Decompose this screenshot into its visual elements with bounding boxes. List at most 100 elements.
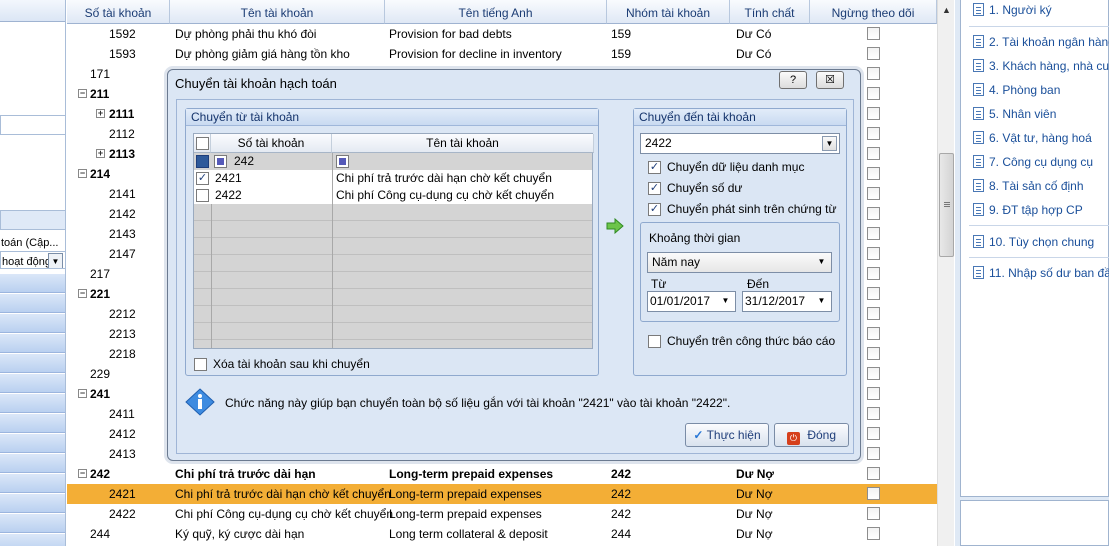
table-row[interactable]: 1592 Dự phòng phải thu khó đòi Provision f…	[67, 24, 937, 44]
inactive-checkbox[interactable]	[867, 247, 880, 260]
left-bar[interactable]	[0, 494, 65, 513]
shortcut-item[interactable]: 11. Nhập số dư ban đầu	[973, 263, 1109, 283]
col-header-english-name[interactable]: Tên tiếng Anh	[385, 0, 607, 24]
from-row[interactable]: ✓ 2421 Chi phí trả trước dài hạn chờ kết…	[194, 170, 592, 187]
row-partial-checkbox[interactable]	[214, 155, 227, 168]
chevron-down-icon[interactable]: ▼	[814, 255, 829, 270]
left-bar[interactable]	[0, 314, 65, 333]
from-col-code[interactable]: Số tài khoản	[211, 134, 332, 153]
inactive-checkbox[interactable]	[867, 27, 880, 40]
shortcut-item[interactable]: 4. Phòng ban	[973, 80, 1060, 100]
option-checkbox[interactable]: ✓	[648, 203, 661, 216]
select-all-header[interactable]	[194, 134, 211, 153]
left-bar[interactable]	[0, 414, 65, 433]
collapse-icon[interactable]: −	[78, 289, 87, 298]
table-row[interactable]: −242 Chi phí trả trước dài hạn Long-term p…	[67, 464, 937, 484]
shortcut-item[interactable]: 2. Tài khoản ngân hàng	[973, 32, 1109, 52]
shortcut-item[interactable]: 9. ĐT tập hợp CP	[973, 200, 1083, 220]
left-bar[interactable]	[0, 274, 65, 293]
chevron-down-icon[interactable]: ▼	[814, 294, 829, 309]
left-bar[interactable]	[0, 354, 65, 373]
shortcut-item[interactable]: 10. Tùy chọn chung	[973, 232, 1094, 252]
col-header-name[interactable]: Tên tài khoản	[170, 0, 385, 24]
close-window-button[interactable]: ☒	[816, 71, 844, 89]
inactive-checkbox[interactable]	[867, 307, 880, 320]
shortcut-item[interactable]: 8. Tài sản cố định	[973, 176, 1084, 196]
table-row[interactable]: 244 Ký quỹ, ký cược dài hạn Long term coll…	[67, 524, 937, 544]
option-checkbox[interactable]: ✓	[648, 161, 661, 174]
table-row[interactable]: 1593 Dự phòng giảm giá hàng tồn kho Provis…	[67, 44, 937, 64]
option-checkbox[interactable]: ✓	[648, 182, 661, 195]
inactive-checkbox[interactable]	[867, 107, 880, 120]
shortcut-item[interactable]: 7. Công cụ dụng cụ	[973, 152, 1093, 172]
inactive-checkbox[interactable]	[867, 407, 880, 420]
formula-checkbox[interactable]	[648, 335, 661, 348]
collapse-icon[interactable]: −	[78, 89, 87, 98]
row-checkbox[interactable]: ✓	[196, 172, 209, 185]
scrollbar-thumb[interactable]	[939, 153, 954, 257]
expand-icon[interactable]: +	[96, 149, 105, 158]
to-account-select[interactable]: 2422 ▼	[640, 133, 840, 154]
inactive-checkbox[interactable]	[867, 447, 880, 460]
to-date-picker[interactable]: 31/12/2017 ▼	[742, 291, 832, 312]
col-header-code[interactable]: Số tài khoản	[67, 0, 170, 24]
left-bar[interactable]	[0, 294, 65, 313]
left-bar[interactable]	[0, 374, 65, 393]
shortcut-item[interactable]: 1. Người ký	[973, 0, 1052, 20]
chevron-down-icon[interactable]: ▼	[822, 136, 837, 151]
inactive-checkbox[interactable]	[867, 227, 880, 240]
collapse-icon[interactable]: −	[78, 469, 87, 478]
execute-button[interactable]: ✓ Thực hiện	[685, 423, 769, 447]
left-bar[interactable]	[0, 454, 65, 473]
col-header-inactive[interactable]: Ngừng theo dõi	[810, 0, 937, 24]
inactive-checkbox[interactable]	[867, 327, 880, 340]
inactive-checkbox[interactable]	[867, 367, 880, 380]
collapse-icon[interactable]: −	[78, 389, 87, 398]
grid-vertical-scrollbar[interactable]: ▲	[937, 0, 954, 546]
from-row[interactable]: 2422 Chi phí Công cụ-dụng cụ chờ kết chu…	[194, 187, 592, 204]
from-row[interactable]: 242	[194, 153, 592, 170]
scroll-up-icon[interactable]: ▲	[938, 2, 955, 19]
inactive-checkbox[interactable]	[867, 527, 880, 540]
from-date-picker[interactable]: 01/01/2017 ▼	[647, 291, 736, 312]
left-bar[interactable]	[0, 434, 65, 453]
expand-icon[interactable]: +	[96, 109, 105, 118]
inactive-checkbox[interactable]	[867, 347, 880, 360]
left-field-selected[interactable]	[0, 210, 65, 230]
left-bar[interactable]	[0, 474, 65, 493]
close-button[interactable]: ⏻ Đóng	[774, 423, 849, 447]
inactive-checkbox[interactable]	[867, 387, 880, 400]
select-all-checkbox[interactable]	[196, 137, 209, 150]
help-button[interactable]: ?	[779, 71, 807, 89]
col-header-nature[interactable]: Tính chất	[730, 0, 810, 24]
inactive-checkbox[interactable]	[867, 67, 880, 80]
inactive-checkbox[interactable]	[867, 207, 880, 220]
shortcut-item[interactable]: 5. Nhân viên	[973, 104, 1056, 124]
inactive-checkbox[interactable]	[867, 187, 880, 200]
row-partial-checkbox[interactable]	[196, 155, 209, 168]
inactive-checkbox[interactable]	[867, 487, 880, 500]
chevron-down-icon[interactable]: ▼	[48, 253, 63, 268]
chevron-down-icon[interactable]: ▼	[718, 294, 733, 309]
inactive-checkbox[interactable]	[867, 267, 880, 280]
table-row[interactable]: 2422 Chi phí Công cụ-dụng cụ chờ kết chuy…	[67, 504, 937, 524]
left-bar[interactable]	[0, 394, 65, 413]
inactive-checkbox[interactable]	[867, 167, 880, 180]
shortcut-item[interactable]: 6. Vật tư, hàng hoá	[973, 128, 1092, 148]
table-row[interactable]: 2421 Chi phí trả trước dài hạn chờ kết ch…	[67, 484, 937, 504]
inactive-checkbox[interactable]	[867, 467, 880, 480]
from-col-name[interactable]: Tên tài khoản	[332, 134, 594, 153]
collapse-icon[interactable]: −	[78, 169, 87, 178]
left-combo[interactable]: hoạt động ▼	[0, 251, 65, 269]
row-partial-checkbox[interactable]	[336, 155, 349, 168]
left-bar[interactable]	[0, 334, 65, 353]
inactive-checkbox[interactable]	[867, 47, 880, 60]
inactive-checkbox[interactable]	[867, 87, 880, 100]
left-bar[interactable]	[0, 534, 65, 546]
inactive-checkbox[interactable]	[867, 127, 880, 140]
inactive-checkbox[interactable]	[867, 287, 880, 300]
col-header-group[interactable]: Nhóm tài khoản	[607, 0, 730, 24]
delete-after-checkbox[interactable]	[194, 358, 207, 371]
inactive-checkbox[interactable]	[867, 147, 880, 160]
period-select[interactable]: Năm nay ▼	[647, 252, 832, 273]
